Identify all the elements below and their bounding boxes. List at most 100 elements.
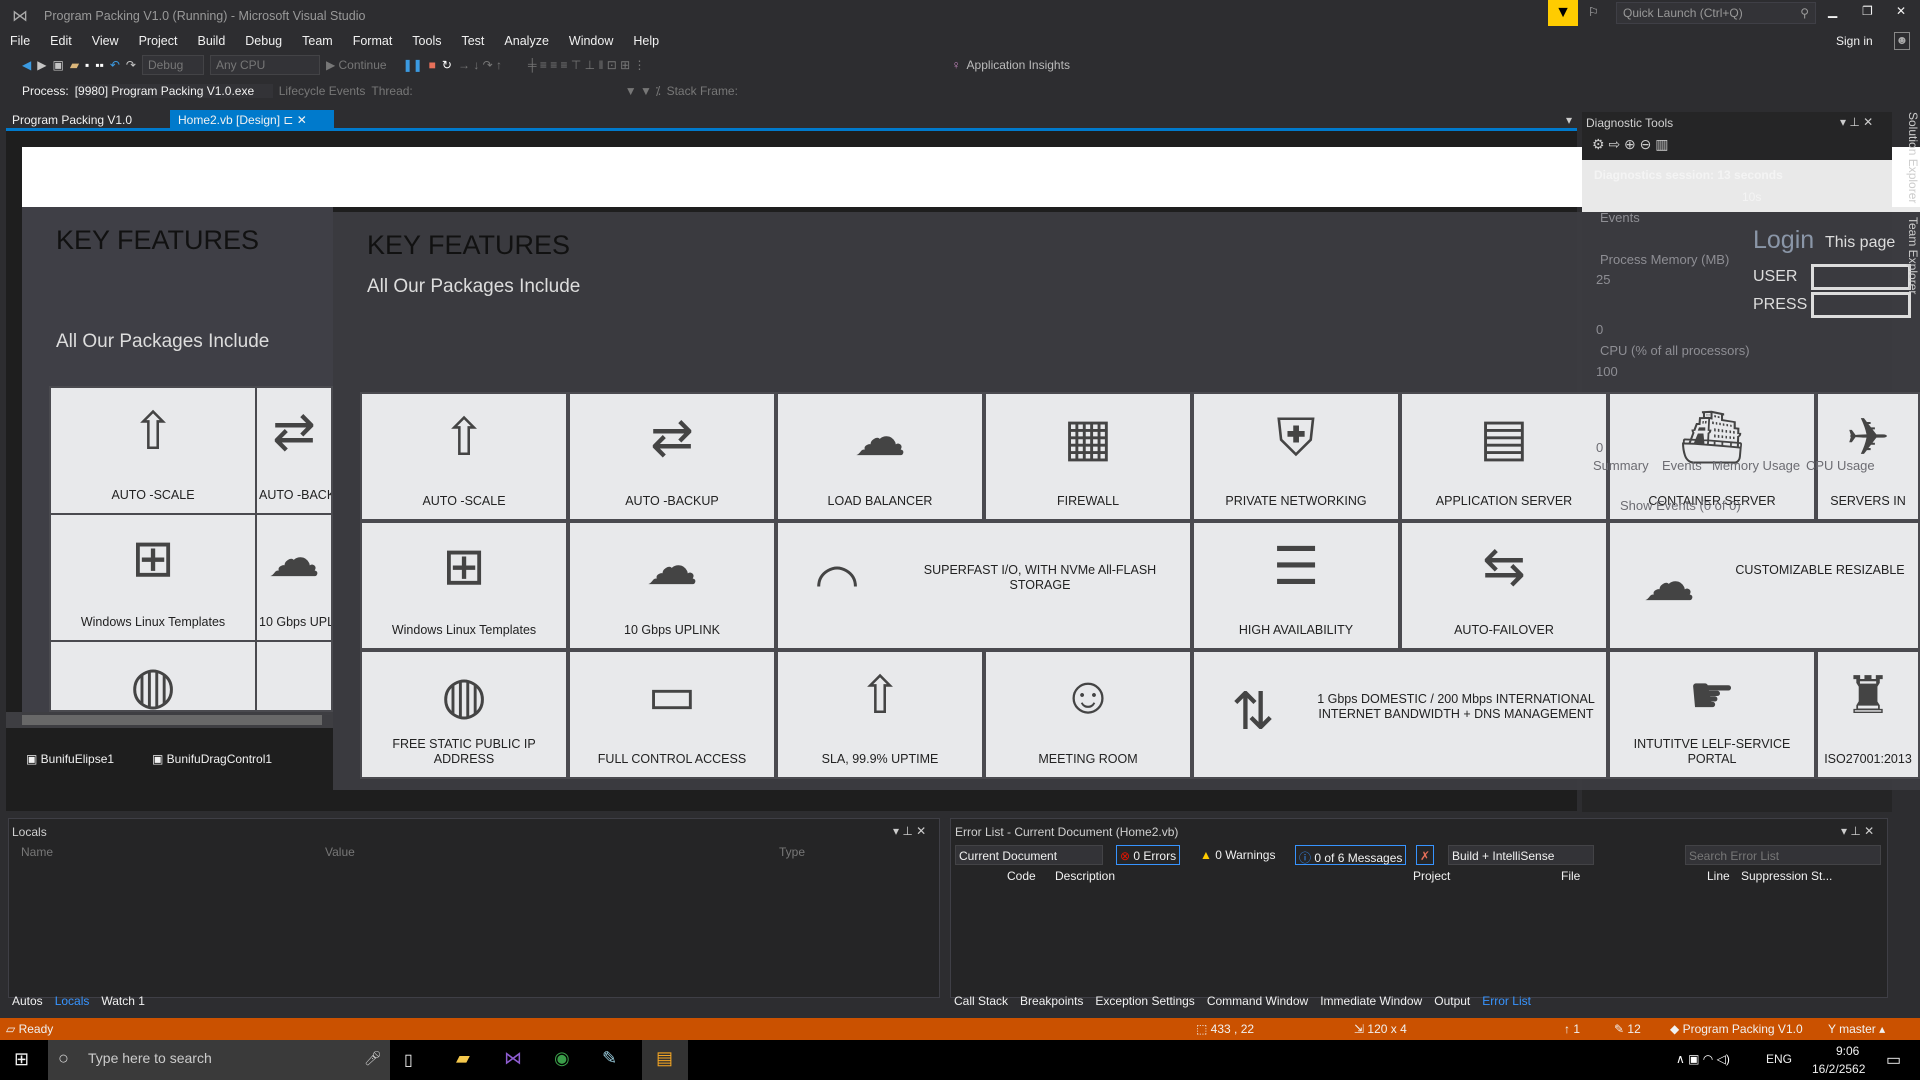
panel-menu-icons[interactable]: ▾ ⊥ ✕ xyxy=(893,824,926,838)
diag-tab-cpu-usage[interactable]: CPU Usage xyxy=(1806,458,1875,473)
language-indicator[interactable]: ENG xyxy=(1766,1052,1792,1066)
feature-cell[interactable]: ◍ FREE STATIC PUBLIC IP ADDRESS xyxy=(360,650,568,779)
forward-icon[interactable]: ▶ xyxy=(37,58,46,72)
back-icon[interactable]: ◀ xyxy=(22,58,31,72)
feature-cell[interactable]: ⇧ SLA, 99.9% UPTIME xyxy=(776,650,984,779)
restore-button[interactable]: ❐ xyxy=(1862,4,1873,18)
minimize-button[interactable]: ▁ xyxy=(1828,4,1837,18)
close-button[interactable]: ✕ xyxy=(1896,4,1906,18)
column-suppression[interactable]: Suppression St... xyxy=(1741,869,1832,883)
feature-cell[interactable]: ▦ FIREWALL xyxy=(984,392,1192,521)
tab-breakpoints[interactable]: Breakpoints xyxy=(1020,994,1083,1008)
messages-filter-button[interactable]: ⓘ 0 of 6 Messages xyxy=(1295,845,1407,865)
save-icon[interactable]: ▪ xyxy=(85,58,89,72)
designer-cell[interactable]: ☁ 10 Gbps UPLINK xyxy=(255,513,333,642)
push-count[interactable]: ↑ 1 xyxy=(1564,1022,1580,1036)
new-project-icon[interactable]: ▣ xyxy=(52,58,63,72)
microphone-icon[interactable]: 🎤︎ xyxy=(364,1050,382,1067)
source-select[interactable]: Build + IntelliSense xyxy=(1448,845,1594,865)
stop-icon[interactable]: ■ xyxy=(429,58,436,72)
menu-help[interactable]: Help xyxy=(623,30,669,52)
scope-select[interactable]: Current Document xyxy=(955,845,1103,865)
tab-watch1[interactable]: Watch 1 xyxy=(101,994,145,1008)
tab-output[interactable]: Output xyxy=(1434,994,1470,1008)
feature-cell[interactable]: ▤ APPLICATION SERVER xyxy=(1400,392,1608,521)
feature-cell[interactable]: ☁ LOAD BALANCER xyxy=(776,392,984,521)
paint-icon[interactable]: ✎ xyxy=(602,1048,617,1069)
tab-exception-settings[interactable]: Exception Settings xyxy=(1095,994,1194,1008)
column-type[interactable]: Type xyxy=(779,845,805,859)
warnings-filter-button[interactable]: ▲ 0 Warnings xyxy=(1197,845,1278,865)
layout-align-icons[interactable]: ╪ ≡ ≡ ≡ ⊤ ⊥ ‖ ⊡ ⊞ ⋮ xyxy=(528,58,646,72)
feature-cell[interactable]: ⇆ AUTO-FAILOVER xyxy=(1400,521,1608,650)
undo-icon[interactable]: ↶ xyxy=(110,58,120,72)
tab-overflow-icon[interactable]: ▾ xyxy=(1558,110,1580,130)
sign-in-link[interactable]: Sign in xyxy=(1836,34,1873,48)
account-avatar-icon[interactable]: ☻ xyxy=(1894,32,1910,50)
tab-program-packing[interactable]: Program Packing V1.0 xyxy=(4,110,140,130)
menu-format[interactable]: Format xyxy=(343,30,403,52)
feature-cell[interactable]: ☁ 10 Gbps UPLINK xyxy=(568,521,776,650)
tab-error-list[interactable]: Error List xyxy=(1482,994,1531,1008)
step-icons[interactable]: → ↓ ↷ ↑ xyxy=(458,58,502,72)
panel-menu-icons[interactable]: ▾ ⊥ ✕ xyxy=(1841,824,1874,838)
redo-icon[interactable]: ↷ xyxy=(126,58,136,72)
team-explorer-tab[interactable]: Team Explorer xyxy=(1906,217,1920,294)
branch-button[interactable]: Y master ▴ xyxy=(1828,1022,1885,1036)
clear-filter-icon[interactable]: ✗ xyxy=(1416,845,1435,865)
menu-team[interactable]: Team xyxy=(292,30,343,52)
diag-tab-events[interactable]: Events xyxy=(1662,458,1702,473)
feature-cell[interactable]: ⛨ PRIVATE NETWORKING xyxy=(1192,392,1400,521)
feature-cell[interactable]: ☁ CUSTOMIZABLE RESIZABLE xyxy=(1608,521,1920,650)
designer-cell[interactable]: ⇧ AUTO -SCALE xyxy=(49,386,257,515)
menu-analyze[interactable]: Analyze xyxy=(494,30,558,52)
running-app-taskbar-icon[interactable]: ▤ xyxy=(642,1040,688,1080)
solution-explorer-tab[interactable]: Solution Explorer xyxy=(1906,112,1920,203)
menu-view[interactable]: View xyxy=(82,30,129,52)
column-project[interactable]: Project xyxy=(1413,869,1450,883)
clock-time[interactable]: 9:06 xyxy=(1836,1044,1859,1058)
pin-icon[interactable]: ⊏ xyxy=(283,113,293,127)
continue-button[interactable]: ▶ Continue xyxy=(326,58,387,72)
visual-studio-taskbar-icon[interactable]: ⋈ xyxy=(504,1048,522,1069)
column-name[interactable]: Name xyxy=(21,845,53,859)
pause-icon[interactable]: ❚❚ xyxy=(403,58,423,72)
filter-icons[interactable]: ▼ ▼ ⁒ xyxy=(625,84,661,98)
column-file[interactable]: File xyxy=(1561,869,1580,883)
designer-cell[interactable]: ⊞ Windows Linux Templates xyxy=(49,513,257,642)
component-bunifu-drag-control[interactable]: ▣ BunifuDragControl1 xyxy=(152,752,272,766)
feature-cell[interactable]: ⊞ Windows Linux Templates xyxy=(360,521,568,650)
diag-show-events-link[interactable]: Show Events (0 of 0) xyxy=(1620,498,1741,513)
process-select[interactable]: [9980] Program Packing V1.0.exe xyxy=(74,84,273,98)
column-line[interactable]: Line xyxy=(1707,869,1730,883)
changes-count[interactable]: ✎ 12 xyxy=(1614,1022,1641,1036)
repository-button[interactable]: ◆ Program Packing V1.0 xyxy=(1670,1022,1803,1036)
quick-launch-input[interactable]: Quick Launch (Ctrl+Q) ⚲ xyxy=(1616,2,1816,24)
menu-debug[interactable]: Debug xyxy=(235,30,292,52)
designer-cell[interactable]: ◍ xyxy=(49,640,257,712)
column-value[interactable]: Value xyxy=(325,845,355,859)
tab-home2-design[interactable]: Home2.vb [Design] ⊏ ✕ xyxy=(170,110,334,130)
feature-cell[interactable]: ◠ SUPERFAST I/O, WITH NVMe All-FLASH STOR… xyxy=(776,521,1192,650)
tab-autos[interactable]: Autos xyxy=(12,994,43,1008)
component-bunifu-elipse[interactable]: ▣ BunifuElipse1 xyxy=(26,752,114,766)
windows-start-icon[interactable]: ⊞ xyxy=(14,1049,29,1070)
menu-file[interactable]: File xyxy=(0,30,40,52)
search-error-list-input[interactable]: Search Error List xyxy=(1685,845,1881,865)
system-tray-icons[interactable]: ∧ ▣ ◠ ◁) xyxy=(1676,1052,1730,1066)
feature-cell[interactable]: ⇅ 1 Gbps DOMESTIC / 200 Mbps INTERNATIONA… xyxy=(1192,650,1608,779)
diag-tab-summary[interactable]: Summary xyxy=(1593,458,1649,473)
feature-cell[interactable]: ☰ HIGH AVAILABILITY xyxy=(1192,521,1400,650)
save-all-icon[interactable]: ▪▪ xyxy=(95,58,104,72)
menu-project[interactable]: Project xyxy=(129,30,188,52)
chrome-icon[interactable]: ◉ xyxy=(554,1048,570,1069)
action-center-icon[interactable]: ▭ xyxy=(1886,1050,1901,1070)
feature-cell[interactable]: ☺ MEETING ROOM xyxy=(984,650,1192,779)
open-file-icon[interactable]: ▰ xyxy=(70,58,79,72)
feature-cell[interactable]: ⇄ AUTO -BACKUP xyxy=(568,392,776,521)
task-view-icon[interactable]: ▯ xyxy=(404,1050,413,1070)
menu-build[interactable]: Build xyxy=(187,30,235,52)
column-description[interactable]: Description xyxy=(1055,869,1115,883)
configuration-select[interactable]: Debug xyxy=(141,55,204,75)
menu-test[interactable]: Test xyxy=(451,30,494,52)
